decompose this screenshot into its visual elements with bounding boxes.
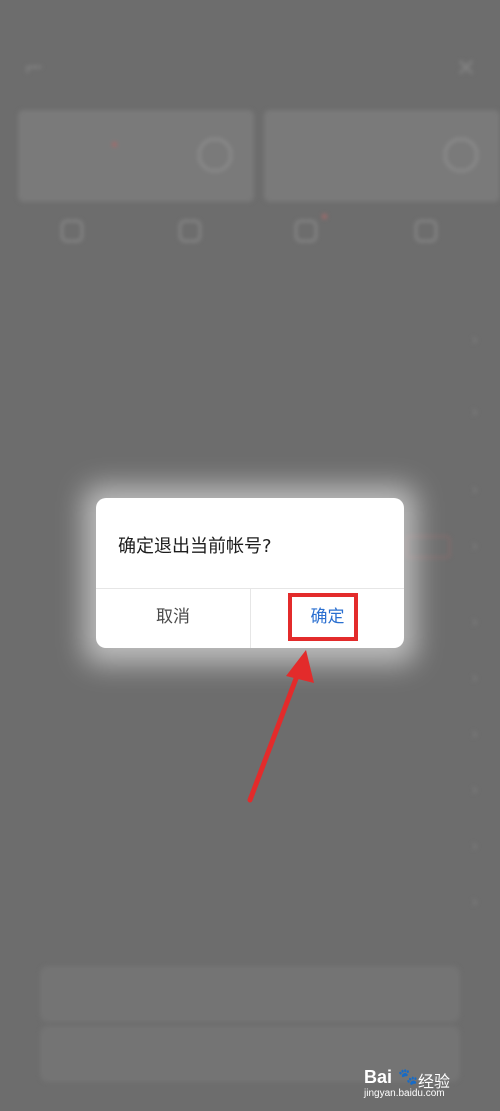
watermark-url: jingyan.baidu.com [364,1088,445,1099]
watermark-brand: Bai [364,1067,393,1087]
paw-icon: 🐾 [398,1067,418,1086]
arrow-shaft [247,665,303,803]
arrow-head [286,650,314,683]
watermark: Bai 🐾 经验 jingyan.baidu.com [364,1067,484,1103]
annotation-arrow [247,650,314,803]
